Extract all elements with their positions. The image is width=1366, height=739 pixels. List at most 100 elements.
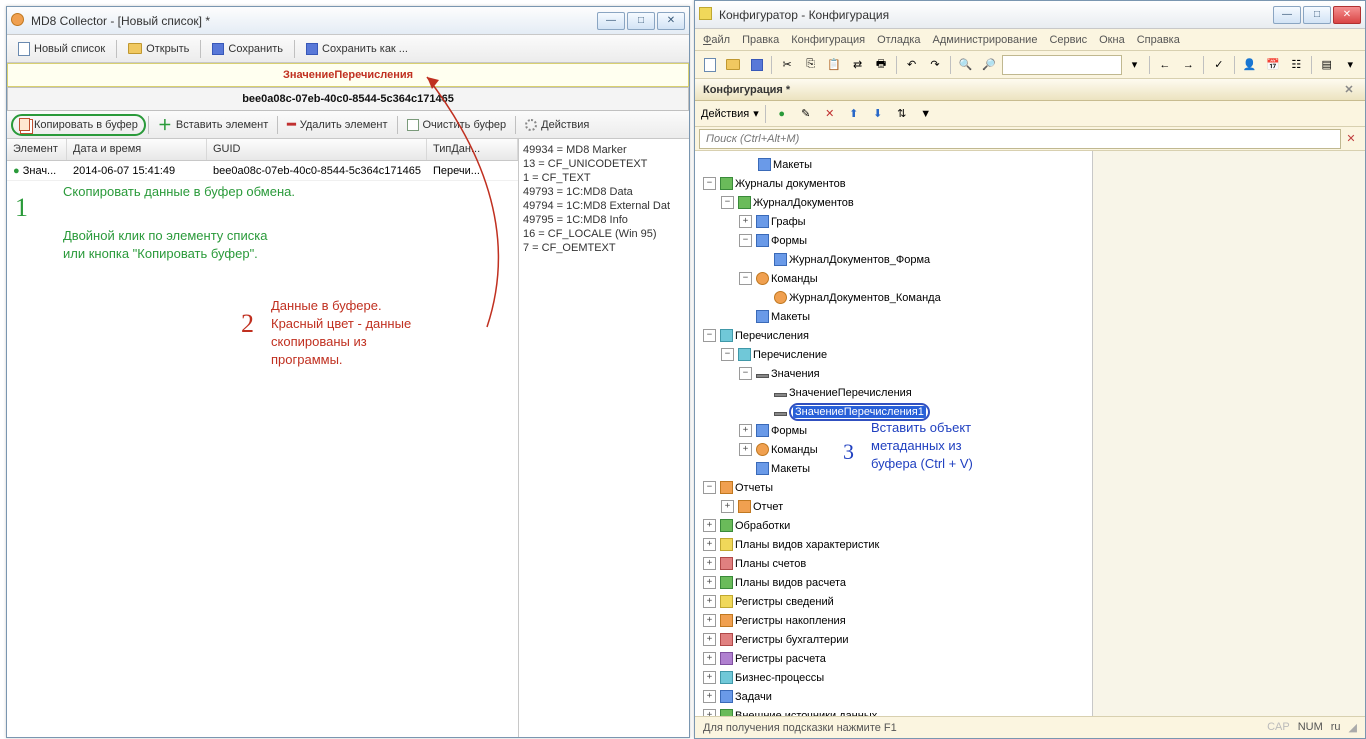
menu-config[interactable]: Конфигурация (791, 34, 865, 46)
collapse-icon[interactable]: − (739, 367, 752, 380)
copy-to-buffer-button[interactable]: Копировать в буфер (11, 114, 146, 136)
tree-item[interactable]: +Внешние источники данных (695, 706, 1092, 716)
collapse-icon[interactable]: − (703, 481, 716, 494)
delete-element-button[interactable]: ━Удалить элемент (280, 114, 394, 136)
maximize-button[interactable]: □ (1303, 6, 1331, 24)
tree-item[interactable]: −Формы (695, 231, 1092, 250)
tree-item[interactable]: −ЖурналДокументов (695, 193, 1092, 212)
search-dropdown[interactable]: ▾ (1124, 54, 1145, 76)
new-icon[interactable] (699, 54, 720, 76)
minimize-button[interactable]: — (1273, 6, 1301, 24)
menu-service[interactable]: Сервис (1049, 34, 1087, 46)
menu-help[interactable]: Справка (1137, 34, 1180, 46)
expand-icon[interactable]: + (739, 215, 752, 228)
syntax-check-icon[interactable]: ✓ (1208, 54, 1229, 76)
expand-icon[interactable]: + (703, 690, 716, 703)
collapse-icon[interactable]: − (703, 177, 716, 190)
up-icon[interactable]: ⬆ (844, 104, 864, 124)
tree-item[interactable]: ЖурналДокументов_Команда (695, 288, 1092, 307)
expand-icon[interactable]: + (703, 576, 716, 589)
print-icon[interactable]: 🖶 (870, 54, 891, 76)
tree-item[interactable]: +Планы видов характеристик (695, 535, 1092, 554)
search-icon[interactable]: 🔎 (978, 54, 999, 76)
save-button[interactable]: Сохранить (205, 38, 290, 60)
clear-search-icon[interactable]: ✕ (1341, 129, 1361, 149)
titlebar[interactable]: MD8 Collector - [Новый список] * — □ ✕ (7, 7, 689, 35)
tree-item[interactable]: +Регистры накопления (695, 611, 1092, 630)
expand-icon[interactable]: + (703, 671, 716, 684)
tree-item[interactable]: +Регистры расчета (695, 649, 1092, 668)
tree-item[interactable]: −Перечисления (695, 326, 1092, 345)
open-button[interactable]: Открыть (121, 38, 196, 60)
config-tree[interactable]: Макеты −Журналы документов −ЖурналДокуме… (695, 151, 1092, 716)
actions-label[interactable]: Действия (701, 108, 749, 120)
close-button[interactable]: ✕ (657, 12, 685, 30)
expand-icon[interactable]: + (703, 709, 716, 716)
col-type[interactable]: ТипДан... (427, 139, 518, 160)
tree-item[interactable]: +Обработки (695, 516, 1092, 535)
tree-item[interactable]: +Планы счетов (695, 554, 1092, 573)
save-icon[interactable] (746, 54, 767, 76)
tree-item[interactable]: +Бизнес-процессы (695, 668, 1092, 687)
tree-item[interactable]: +Графы (695, 212, 1092, 231)
tree-item[interactable]: −Команды (695, 269, 1092, 288)
expand-icon[interactable]: + (703, 538, 716, 551)
copy-icon[interactable]: ⎘ (800, 54, 821, 76)
wand-icon[interactable]: ✎ (796, 104, 816, 124)
maximize-button[interactable]: □ (627, 12, 655, 30)
open-icon[interactable] (722, 54, 743, 76)
collapse-icon[interactable]: − (739, 234, 752, 247)
undo-icon[interactable]: ↶ (901, 54, 922, 76)
actions-button[interactable]: Действия (518, 114, 596, 136)
expand-icon[interactable]: + (703, 519, 716, 532)
tree-item[interactable]: +Задачи (695, 687, 1092, 706)
redo-icon[interactable]: ↷ (924, 54, 945, 76)
expand-icon[interactable]: + (703, 652, 716, 665)
menu-windows[interactable]: Окна (1099, 34, 1125, 46)
actions-dropdown-icon[interactable]: ▾ (753, 107, 759, 120)
tree-item[interactable]: −Перечисление (695, 345, 1092, 364)
back-icon[interactable]: ← (1154, 54, 1175, 76)
filter-icon[interactable]: ▼ (916, 104, 936, 124)
tree-search-input[interactable] (699, 129, 1341, 149)
expand-icon[interactable]: + (703, 614, 716, 627)
menu-debug[interactable]: Отладка (877, 34, 920, 46)
tree-item[interactable]: −Отчеты (695, 478, 1092, 497)
tree-item[interactable]: +Регистры бухгалтерии (695, 630, 1092, 649)
tree-item[interactable]: +Регистры сведений (695, 592, 1092, 611)
find-icon[interactable]: 🔍 (955, 54, 976, 76)
collapse-icon[interactable]: − (703, 329, 716, 342)
new-list-button[interactable]: Новый список (11, 38, 112, 60)
tree-item[interactable]: Макеты (695, 155, 1092, 174)
close-button[interactable]: ✕ (1333, 6, 1361, 24)
list-row[interactable]: ● Знач... 2014-06-07 15:41:49 bee0a08c-0… (7, 161, 518, 181)
expand-icon[interactable]: + (739, 443, 752, 456)
collapse-icon[interactable]: − (721, 348, 734, 361)
col-guid[interactable]: GUID (207, 139, 427, 160)
tree-item[interactable]: −Значения (695, 364, 1092, 383)
expand-icon[interactable]: + (739, 424, 752, 437)
tree-item[interactable]: Макеты (695, 307, 1092, 326)
search-field[interactable] (1002, 55, 1122, 75)
expand-icon[interactable]: + (721, 500, 734, 513)
role-icon[interactable]: 👤 (1239, 54, 1260, 76)
add-icon[interactable]: ● (772, 104, 792, 124)
menu-admin[interactable]: Администрирование (933, 34, 1038, 46)
tree-item[interactable]: ЖурналДокументов_Форма (695, 250, 1092, 269)
props-icon[interactable]: ☷ (1286, 54, 1307, 76)
paste-icon[interactable]: 📋 (823, 54, 844, 76)
calendar-icon[interactable]: 📅 (1262, 54, 1283, 76)
resize-grip-icon[interactable]: ◢ (1349, 721, 1357, 734)
more-icon[interactable]: ▾ (1339, 54, 1360, 76)
clear-buffer-button[interactable]: Очистить буфер (400, 114, 514, 136)
forward-icon[interactable]: → (1178, 54, 1199, 76)
expand-icon[interactable]: + (703, 595, 716, 608)
down-icon[interactable]: ⬇ (868, 104, 888, 124)
collapse-icon[interactable]: − (721, 196, 734, 209)
insert-element-button[interactable]: ＋Вставить элемент (151, 114, 275, 136)
collapse-icon[interactable]: − (739, 272, 752, 285)
tree-item[interactable]: +Отчет (695, 497, 1092, 516)
delete-icon[interactable]: ✕ (820, 104, 840, 124)
close-pane-icon[interactable]: ✕ (1341, 82, 1357, 98)
titlebar[interactable]: Конфигуратор - Конфигурация — □ ✕ (695, 1, 1365, 29)
